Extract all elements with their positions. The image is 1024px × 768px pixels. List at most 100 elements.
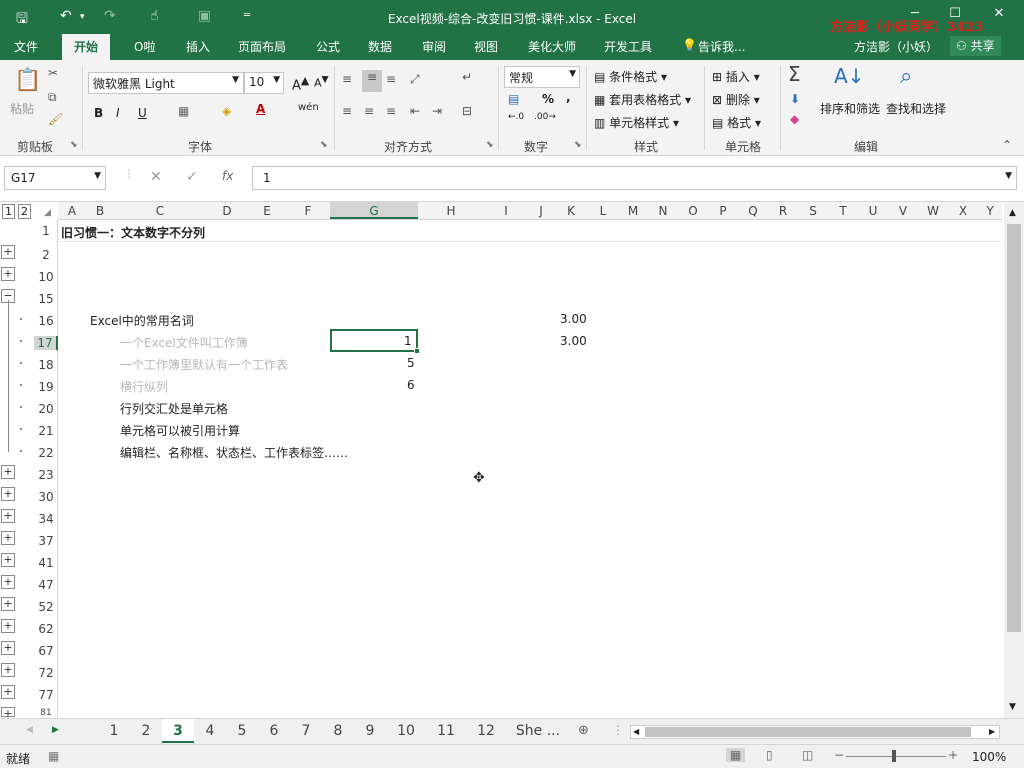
alignment-launcher-icon[interactable]: ⬊ [486, 140, 494, 150]
sheet-tab-active[interactable]: 3 [162, 719, 194, 743]
row-header[interactable]: 22 [34, 446, 58, 460]
zoom-level[interactable]: 100% [972, 750, 1006, 764]
column-header[interactable]: U [858, 204, 888, 218]
expand-group-icon[interactable]: + [1, 597, 15, 611]
sheet-tab[interactable]: 1 [98, 719, 130, 743]
cell-k17[interactable]: 3.00 [560, 334, 587, 348]
macro-record-icon[interactable]: ▦ [48, 749, 59, 763]
sheet-tab[interactable]: 5 [226, 719, 258, 743]
tab-page-layout[interactable]: 页面布局 [238, 38, 286, 55]
sheet-tab[interactable]: 4 [194, 719, 226, 743]
share-button[interactable]: ⚇ 共享 [950, 36, 1001, 56]
column-header[interactable]: B [86, 204, 114, 218]
paste-button[interactable]: 粘贴 [10, 100, 34, 117]
align-bottom-icon[interactable]: ≡ [386, 72, 396, 86]
tab-formulas[interactable]: 公式 [316, 38, 340, 55]
orientation-icon[interactable]: ⤢ [410, 72, 420, 87]
cell-b16[interactable]: Excel中的常用名词 [90, 312, 194, 329]
row-header[interactable]: 52 [34, 600, 58, 614]
cell-a1[interactable]: 旧习惯一：文本数字不分列 [61, 224, 205, 241]
find-select-icon[interactable]: ⌕ [900, 64, 912, 89]
column-header[interactable]: T [828, 204, 858, 218]
font-name-select[interactable]: 微软雅黑 Light ▼ [88, 72, 244, 94]
font-launcher-icon[interactable]: ⬊ [320, 140, 328, 150]
row-header[interactable]: 77 [34, 688, 58, 702]
column-header[interactable]: P [708, 204, 738, 218]
vertical-scrollbar[interactable]: ▲ ▼ [1004, 202, 1024, 718]
zoom-slider-thumb[interactable] [892, 750, 896, 762]
tab-developer[interactable]: 开发工具 [604, 38, 652, 55]
outline-level-2[interactable]: 2 [18, 204, 31, 219]
cell-g18[interactable]: 5 [407, 356, 415, 370]
scroll-down-icon[interactable]: ▼ [1009, 702, 1016, 712]
normal-view-icon[interactable]: ▦ [726, 748, 746, 762]
expand-group-icon[interactable]: + [1, 663, 15, 677]
row-header[interactable]: 47 [34, 578, 58, 592]
border-icon[interactable]: ▦ [178, 104, 189, 118]
merge-center-icon[interactable]: ⊟ [462, 104, 472, 118]
sheet-tab[interactable]: 11 [426, 719, 466, 743]
formula-input[interactable]: 1 ▼ [252, 166, 1017, 190]
column-header[interactable]: H [418, 204, 484, 218]
expand-group-icon[interactable]: + [1, 245, 15, 259]
row-header[interactable]: 20 [34, 402, 58, 416]
align-top-icon[interactable]: ≡ [342, 72, 352, 86]
percent-icon[interactable]: % [542, 92, 554, 106]
row-header[interactable]: 30 [34, 490, 58, 504]
column-header[interactable]: X [948, 204, 978, 218]
tab-review[interactable]: 审阅 [422, 38, 446, 55]
column-header[interactable]: M [618, 204, 648, 218]
scroll-left-icon[interactable]: ◀ [633, 727, 639, 736]
expand-formula-icon[interactable]: ▼ [1005, 171, 1012, 181]
expand-group-icon[interactable]: + [1, 267, 15, 281]
close-icon[interactable]: ✕ [984, 6, 1014, 21]
horizontal-scrollbar[interactable]: ◀ ▶ [630, 725, 1000, 739]
fill-color-icon[interactable]: ◈ [222, 104, 231, 118]
expand-group-icon[interactable]: + [1, 685, 15, 699]
decrease-decimal-icon[interactable]: .00→ [534, 112, 556, 122]
column-header[interactable]: K [554, 204, 588, 218]
prev-sheet-icon[interactable]: ◀ [26, 725, 33, 735]
zoom-in-icon[interactable]: + [948, 748, 958, 762]
minimize-icon[interactable]: ─ [900, 6, 930, 21]
column-header[interactable]: A [58, 204, 86, 218]
row-header[interactable]: 23 [34, 468, 58, 482]
column-header[interactable]: R [768, 204, 798, 218]
tell-me[interactable]: 告诉我... [698, 38, 745, 55]
number-format-select[interactable]: 常规 ▼ [504, 66, 580, 88]
tab-view[interactable]: 视图 [474, 38, 498, 55]
column-header-selected[interactable]: G [330, 202, 418, 219]
currency-icon[interactable]: ▤ [508, 92, 519, 106]
row-header[interactable]: 21 [34, 424, 58, 438]
row-header[interactable]: 72 [34, 666, 58, 680]
increase-font-icon[interactable]: A▲ [292, 74, 309, 93]
decrease-font-icon[interactable]: A▼ [314, 74, 329, 90]
row-header[interactable]: 2 [34, 248, 58, 262]
sort-filter-button[interactable]: 排序和筛选 [820, 100, 880, 117]
row-header-selected[interactable]: 17 [34, 336, 58, 350]
select-all[interactable]: ◢ [44, 208, 51, 218]
cell-c22[interactable]: 编辑栏、名称框、状态栏、工作表标签…… [120, 444, 348, 461]
column-header[interactable]: O [678, 204, 708, 218]
user-name[interactable]: 方洁影（小妖） [854, 38, 938, 55]
expand-group-icon[interactable]: + [1, 553, 15, 567]
cell-c18[interactable]: 一个工作簿里默认有一个工作表 [120, 356, 288, 373]
align-middle-icon[interactable]: ≡ [362, 70, 382, 92]
scroll-right-icon[interactable]: ▶ [989, 727, 995, 736]
align-left-icon[interactable]: ≡ [342, 104, 352, 118]
conditional-format-button[interactable]: ▤ 条件格式 ▾ [594, 68, 667, 85]
cut-icon[interactable]: ✂ [48, 66, 58, 80]
find-select-button[interactable]: 查找和选择 [886, 100, 946, 117]
number-launcher-icon[interactable]: ⬊ [574, 140, 582, 150]
expand-group-icon[interactable]: + [1, 465, 15, 479]
sheet-tab[interactable]: 2 [130, 719, 162, 743]
tab-data[interactable]: 数据 [368, 38, 392, 55]
add-sheet-icon[interactable]: ⊕ [578, 723, 589, 738]
row-header[interactable]: 67 [34, 644, 58, 658]
row-header[interactable]: 62 [34, 622, 58, 636]
underline-button[interactable]: U [138, 106, 147, 120]
h-scroll-thumb[interactable] [645, 727, 971, 737]
maximize-icon[interactable]: ☐ [940, 6, 970, 21]
column-header[interactable]: S [798, 204, 828, 218]
column-header[interactable]: J [528, 204, 554, 218]
